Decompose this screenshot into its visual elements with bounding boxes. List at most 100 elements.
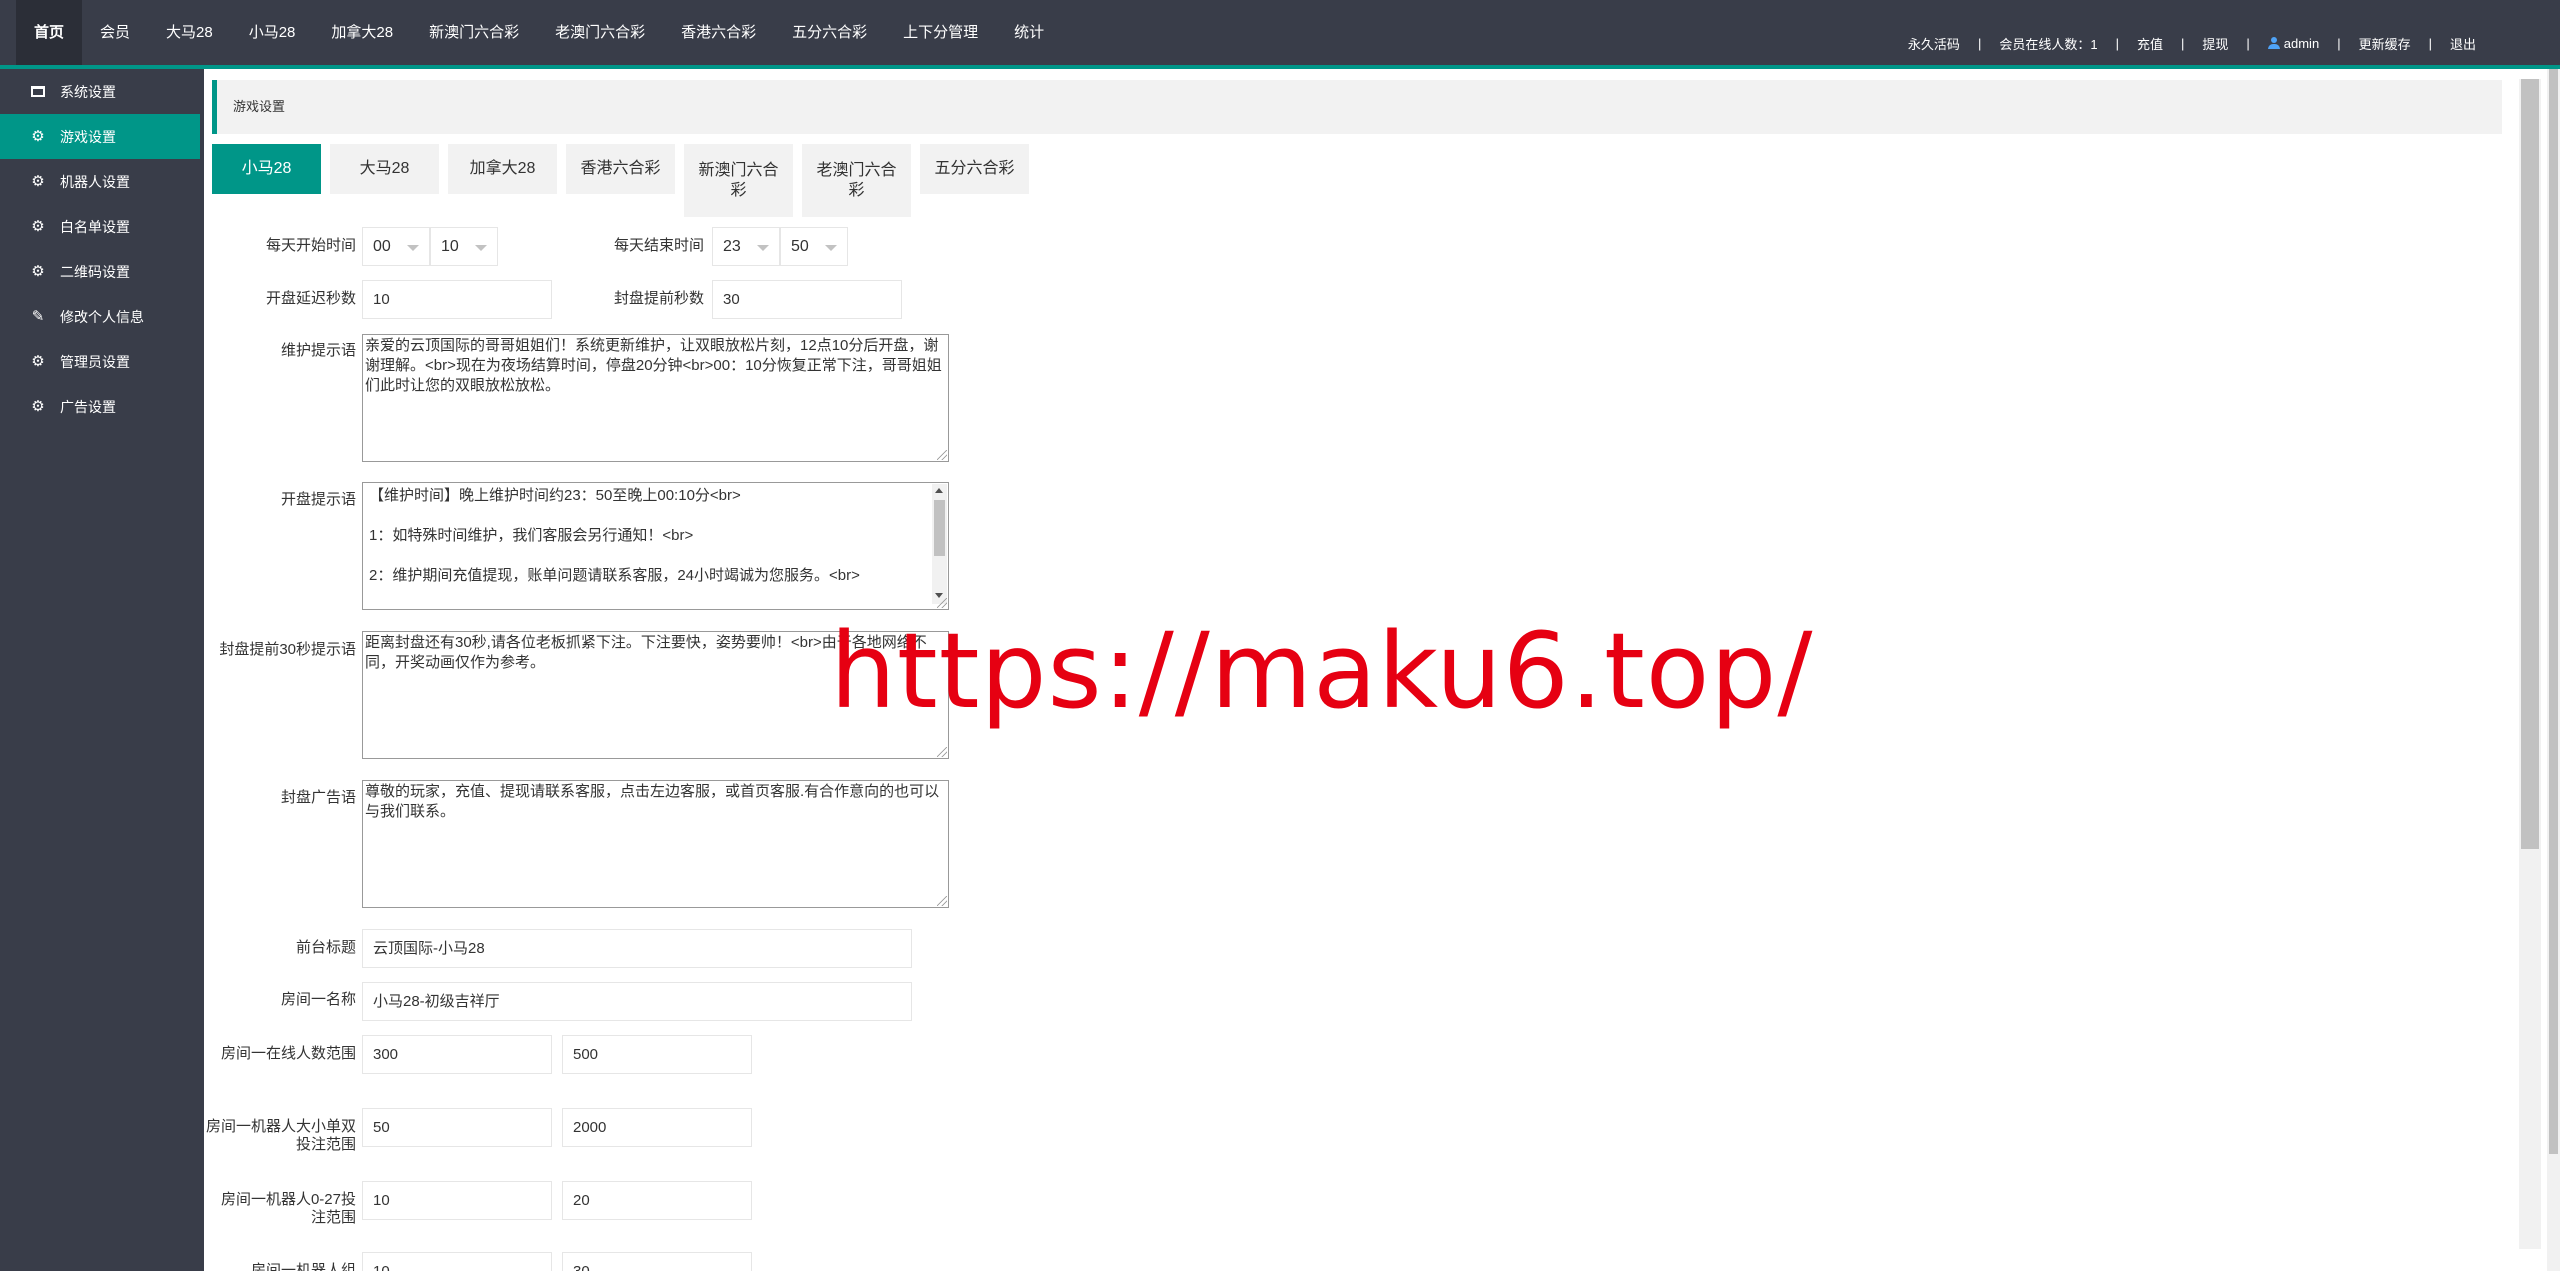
- gear-icon: ⚙: [31, 262, 45, 280]
- nav-members[interactable]: 会员: [82, 0, 148, 65]
- sidebar-item-label: 修改个人信息: [60, 308, 144, 325]
- user-icon: [2267, 37, 2280, 49]
- user-menu[interactable]: admin: [2260, 36, 2327, 51]
- sidebar-item-ad-settings[interactable]: ⚙ 广告设置: [0, 384, 200, 429]
- divider: |: [2428, 35, 2432, 51]
- nav-statistics[interactable]: 统计: [996, 0, 1062, 65]
- close-ahead-input[interactable]: 30: [712, 280, 902, 319]
- close30-tip-label: 封盘提前30秒提示语: [219, 641, 356, 658]
- scrollbar-thumb[interactable]: [2521, 79, 2539, 849]
- sidebar-item-game-settings[interactable]: ⚙ 游戏设置: [0, 114, 200, 159]
- tab-canada28[interactable]: 加拿大28: [448, 144, 557, 194]
- start-hour-select[interactable]: 00: [362, 227, 430, 266]
- room1-online-max-input[interactable]: 500: [562, 1035, 752, 1074]
- divider: |: [1977, 35, 1982, 51]
- nav-home[interactable]: 首页: [16, 0, 83, 65]
- top-nav: 首页 会员 大马28 小马28 加拿大28 新澳门六合彩 老澳门六合彩 香港六合…: [16, 0, 1062, 65]
- divider: |: [2180, 35, 2185, 51]
- top-navbar: 首页 会员 大马28 小马28 加拿大28 新澳门六合彩 老澳门六合彩 香港六合…: [0, 0, 2560, 65]
- sidebar-item-edit-profile[interactable]: ✎ 修改个人信息: [0, 294, 200, 339]
- tab-five-minute-lottery[interactable]: 五分六合彩: [920, 144, 1029, 194]
- sidebar-item-label: 广告设置: [60, 398, 116, 415]
- sidebar-item-label: 游戏设置: [60, 128, 116, 145]
- chevron-down-icon: [825, 245, 837, 251]
- nav-points-management[interactable]: 上下分管理: [885, 0, 996, 65]
- sidebar-item-label: 二维码设置: [60, 263, 130, 280]
- room1-online-range-label: 房间一在线人数范围: [220, 1045, 356, 1062]
- watermark-url: https://maku6.top/: [830, 610, 1814, 732]
- gear-icon: ⚙: [31, 127, 45, 145]
- open-tip-label: 开盘提示语: [280, 491, 356, 508]
- nav-new-macau-lottery[interactable]: 新澳门六合彩: [411, 0, 537, 65]
- room1-027-max-input[interactable]: 20: [562, 1181, 752, 1220]
- close-ad-textarea[interactable]: 尊敬的玩家，充值、提现请联系客服，点击左边客服，或首页客服.有合作意向的也可以与…: [362, 780, 949, 908]
- logout-link[interactable]: 退出: [2442, 34, 2484, 53]
- room1-bsoe-min-input[interactable]: 50: [362, 1108, 552, 1147]
- refresh-cache-link[interactable]: 更新缓存: [2351, 34, 2419, 53]
- tab-xiaoma28[interactable]: 小马28: [212, 144, 321, 194]
- room1-online-min-input[interactable]: 300: [362, 1035, 552, 1074]
- nav-old-macau-lottery[interactable]: 老澳门六合彩: [537, 0, 663, 65]
- sidebar-item-qrcode-settings[interactable]: ⚙ 二维码设置: [0, 249, 200, 294]
- tab-new-macau-lottery[interactable]: 新澳门六合彩: [684, 144, 793, 217]
- nav-xiaoma28[interactable]: 小马28: [231, 0, 314, 65]
- chevron-down-icon: [757, 245, 769, 251]
- scroll-up-icon[interactable]: [935, 488, 943, 493]
- tab-dama28[interactable]: 大马28: [330, 144, 439, 194]
- sidebar-item-label: 管理员设置: [60, 353, 130, 370]
- front-title-input[interactable]: 云顶国际-小马28: [362, 929, 912, 968]
- username: admin: [2283, 35, 2320, 51]
- activation-code-link[interactable]: 永久活码: [1900, 34, 1968, 53]
- scrollbar-track[interactable]: [2519, 79, 2541, 1249]
- sidebar-item-admin-settings[interactable]: ⚙ 管理员设置: [0, 339, 200, 384]
- scrollbar-thumb[interactable]: [2549, 69, 2558, 1154]
- nav-canada28[interactable]: 加拿大28: [313, 0, 411, 65]
- sidebar-item-whitelist-settings[interactable]: ⚙ 白名单设置: [0, 204, 200, 249]
- nav-five-minute-lottery[interactable]: 五分六合彩: [774, 0, 885, 65]
- resize-grip-icon[interactable]: [937, 747, 947, 757]
- room1-name-label: 房间一名称: [280, 991, 356, 1008]
- maintenance-tip-textarea[interactable]: 亲爱的云顶国际的哥哥姐姐们！系统更新维护，让双眼放松片刻，12点10分后开盘，谢…: [362, 334, 949, 462]
- resize-grip-icon[interactable]: [937, 598, 947, 608]
- scrollbar-thumb[interactable]: [934, 500, 945, 556]
- selected-value: 50: [791, 238, 809, 255]
- sidebar-item-robot-settings[interactable]: ⚙ 机器人设置: [0, 159, 200, 204]
- end-hour-select[interactable]: 23: [712, 227, 780, 266]
- tab-old-macau-lottery[interactable]: 老澳门六合彩: [802, 144, 911, 217]
- room1-bsoe-max-input[interactable]: 2000: [562, 1108, 752, 1147]
- chevron-down-icon: [475, 245, 487, 251]
- chevron-down-icon: [407, 245, 419, 251]
- nav-hongkong-lottery[interactable]: 香港六合彩: [663, 0, 774, 65]
- start-minute-select[interactable]: 10: [430, 227, 498, 266]
- resize-grip-icon[interactable]: [937, 450, 947, 460]
- game-tabs: 小马28 大马28 加拿大28 香港六合彩 新澳门六合彩 老澳门六合彩 五分六合…: [212, 144, 1038, 217]
- sidebar: 系统设置 ⚙ 游戏设置 ⚙ 机器人设置 ⚙ 白名单设置 ⚙ 二维码设置 ✎ 修改…: [0, 69, 200, 1271]
- divider: |: [2115, 35, 2119, 51]
- pencil-icon: ✎: [31, 307, 45, 325]
- room1-027-range-label: 房间一机器人0-27投注范围: [220, 1191, 356, 1226]
- resize-grip-icon[interactable]: [937, 896, 947, 906]
- end-minute-select[interactable]: 50: [780, 227, 848, 266]
- recharge-link[interactable]: 充值: [2129, 34, 2171, 53]
- open-tip-textarea[interactable]: 【维护时间】晚上维护时间约23：50至晚上00:10分<br> 1：如特殊时间维…: [362, 482, 949, 610]
- room1-name-input[interactable]: 小马28-初级吉祥厅: [362, 982, 912, 1021]
- nav-dama28[interactable]: 大马28: [148, 0, 231, 65]
- sidebar-item-label: 白名单设置: [60, 218, 130, 235]
- open-delay-input[interactable]: 10: [362, 280, 552, 319]
- text-line: 1：如特殊时间维护，我们客服会另行通知！<br>: [369, 527, 694, 544]
- tab-hongkong-lottery[interactable]: 香港六合彩: [566, 144, 675, 194]
- start-time-label: 每天开始时间: [265, 237, 356, 254]
- sidebar-item-system-settings[interactable]: 系统设置: [0, 69, 200, 114]
- withdraw-link[interactable]: 提现: [2194, 34, 2236, 53]
- divider: |: [2246, 35, 2250, 51]
- room1-next-max-input[interactable]: 30: [562, 1252, 752, 1271]
- room1-next-min-input[interactable]: 10: [362, 1252, 552, 1271]
- gear-icon: ⚙: [31, 172, 45, 190]
- sidebar-item-label: 机器人设置: [60, 173, 130, 190]
- page-scrollbar[interactable]: [2547, 69, 2560, 1271]
- room1-027-min-input[interactable]: 10: [362, 1181, 552, 1220]
- textarea-scrollbar[interactable]: [932, 484, 947, 604]
- open-delay-label: 开盘延迟秒数: [265, 290, 356, 307]
- content-scrollbar[interactable]: [2513, 69, 2547, 1271]
- gear-icon: ⚙: [31, 397, 45, 415]
